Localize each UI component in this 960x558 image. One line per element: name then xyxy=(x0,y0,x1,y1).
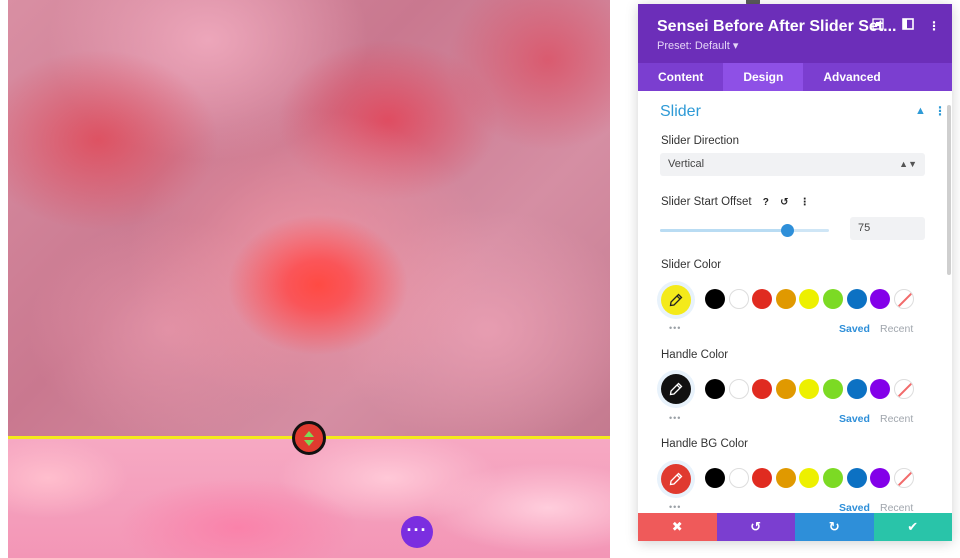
before-after-preview: ··· xyxy=(8,0,610,558)
blue-swatch[interactable] xyxy=(846,468,867,488)
more-colors-icon[interactable]: ••• xyxy=(669,502,681,512)
eyedropper-icon xyxy=(669,293,683,307)
recent-colors-tab[interactable]: Recent xyxy=(880,413,913,425)
split-view-icon[interactable] xyxy=(900,18,916,34)
discard-button[interactable]: ✖ xyxy=(638,513,717,541)
scrollbar[interactable] xyxy=(947,105,951,275)
panel-title: Sensei Before After Slider Set... xyxy=(657,18,897,35)
help-icon[interactable]: ? xyxy=(763,197,769,208)
more-colors-icon[interactable]: ••• xyxy=(669,413,681,423)
undo-button[interactable]: ↺ xyxy=(716,513,795,541)
slider-start-offset-label: Slider Start Offset xyxy=(661,196,752,208)
handle-color-picker[interactable] xyxy=(661,374,691,404)
offset-slider-knob[interactable] xyxy=(780,224,794,237)
handle-bg-color-label: Handle BG Color xyxy=(661,438,748,450)
arrow-up-icon xyxy=(304,430,314,437)
redo-button[interactable]: ↻ xyxy=(795,513,874,541)
fullscreen-icon[interactable] xyxy=(870,18,886,34)
green-swatch[interactable] xyxy=(823,289,843,309)
handle-bg-color-picker[interactable] xyxy=(661,464,691,494)
slider-direction-label: Slider Direction xyxy=(661,135,739,147)
green-swatch[interactable] xyxy=(823,379,843,399)
purple-swatch[interactable] xyxy=(870,468,891,488)
kebab-menu-icon[interactable]: ⋮ xyxy=(926,18,942,34)
before-image xyxy=(8,0,610,438)
option-menu-icon[interactable]: ⋮ xyxy=(800,197,810,208)
panel-footer: ✖ ↺ ↻ ✔ xyxy=(638,513,952,541)
recent-colors-tab[interactable]: Recent xyxy=(880,323,913,335)
reset-icon[interactable]: ↺ xyxy=(780,197,788,208)
panel-header: Sensei Before After Slider Set... Preset… xyxy=(638,4,952,63)
yellow-swatch[interactable] xyxy=(799,289,820,309)
slider-color-label: Slider Color xyxy=(661,259,722,271)
select-caret-icon: ▲▼ xyxy=(899,159,917,169)
module-settings-panel: Sensei Before After Slider Set... Preset… xyxy=(638,4,952,541)
yellow-swatch[interactable] xyxy=(799,468,820,488)
arrow-down-icon xyxy=(304,439,314,446)
no-color-swatch[interactable] xyxy=(893,468,914,488)
yellow-swatch[interactable] xyxy=(799,379,820,399)
red-swatch[interactable] xyxy=(752,289,773,309)
red-swatch[interactable] xyxy=(752,468,773,488)
saved-colors-tab[interactable]: Saved xyxy=(839,502,870,513)
orange-swatch[interactable] xyxy=(775,379,796,399)
orange-swatch[interactable] xyxy=(775,468,796,488)
no-color-swatch[interactable] xyxy=(893,379,914,399)
preset-selector[interactable]: Preset: Default ▾ xyxy=(657,39,738,52)
black-swatch[interactable] xyxy=(705,379,725,399)
more-options-button[interactable]: ··· xyxy=(401,516,433,548)
black-swatch[interactable] xyxy=(705,289,725,309)
recent-colors-tab[interactable]: Recent xyxy=(880,502,913,513)
eyedropper-icon xyxy=(669,382,683,396)
collapse-icon[interactable]: ▲ xyxy=(915,105,926,117)
tab-content[interactable]: Content xyxy=(638,63,723,91)
white-swatch[interactable] xyxy=(728,289,749,309)
handle-color-label: Handle Color xyxy=(661,349,729,361)
slider-start-offset-label-row: Slider Start Offset ? ↺ ⋮ xyxy=(661,196,810,208)
saved-colors-tab[interactable]: Saved xyxy=(839,413,870,425)
blue-swatch[interactable] xyxy=(846,289,867,309)
tab-advanced[interactable]: Advanced xyxy=(803,63,900,91)
slider-handle[interactable] xyxy=(292,421,326,455)
slider-direction-select[interactable]: Vertical ▲▼ xyxy=(660,153,925,176)
slider-direction-value: Vertical xyxy=(668,158,705,170)
slider-color-picker[interactable] xyxy=(661,285,691,315)
white-swatch[interactable] xyxy=(728,468,749,488)
green-swatch[interactable] xyxy=(823,468,843,488)
purple-swatch[interactable] xyxy=(870,289,891,309)
red-swatch[interactable] xyxy=(752,379,773,399)
eyedropper-icon xyxy=(669,472,683,486)
offset-slider-fill xyxy=(660,229,787,232)
black-swatch[interactable] xyxy=(705,468,725,488)
orange-swatch[interactable] xyxy=(775,289,796,309)
after-image xyxy=(8,438,610,558)
section-title[interactable]: Slider xyxy=(660,103,701,121)
blue-swatch[interactable] xyxy=(846,379,867,399)
white-swatch[interactable] xyxy=(728,379,749,399)
offset-slider[interactable] xyxy=(660,224,829,237)
offset-number-input[interactable]: 75 xyxy=(850,217,925,240)
save-button[interactable]: ✔ xyxy=(873,513,952,541)
no-color-swatch[interactable] xyxy=(893,289,914,309)
purple-swatch[interactable] xyxy=(870,379,891,399)
tab-design[interactable]: Design xyxy=(723,63,804,91)
section-menu-icon[interactable]: ⋮ xyxy=(934,104,946,118)
settings-content: Slider ▲ ⋮ Slider Direction Vertical ▲▼ … xyxy=(638,91,952,513)
settings-tabs: Content Design Advanced xyxy=(638,63,952,91)
more-colors-icon[interactable]: ••• xyxy=(669,323,681,333)
saved-colors-tab[interactable]: Saved xyxy=(839,323,870,335)
